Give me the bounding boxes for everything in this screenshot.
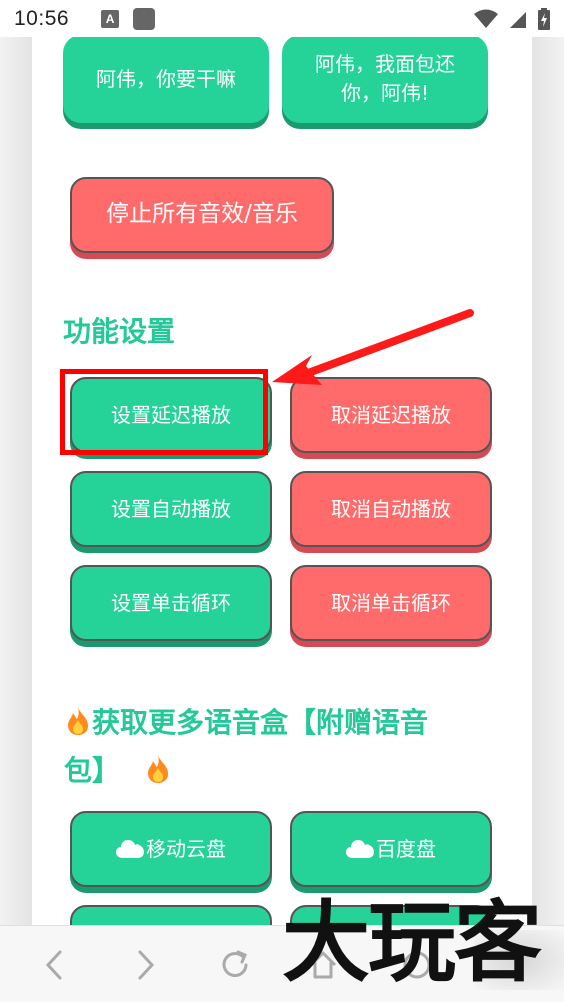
status-indicators [474, 7, 550, 30]
app-notification-icon [133, 7, 156, 30]
forward-icon[interactable] [130, 948, 160, 982]
watermark: 大玩客 [282, 890, 542, 994]
status-time: 10:56 [14, 6, 70, 30]
accessibility-notification-icon: A [101, 9, 120, 28]
battery-icon [538, 7, 550, 30]
cell-signal-icon [510, 11, 526, 28]
refresh-icon[interactable] [218, 948, 252, 982]
status-bar: 10:56 A [0, 0, 564, 37]
wifi-icon [474, 9, 498, 28]
red-arrow-annotation [272, 309, 474, 385]
back-icon[interactable] [40, 948, 70, 982]
